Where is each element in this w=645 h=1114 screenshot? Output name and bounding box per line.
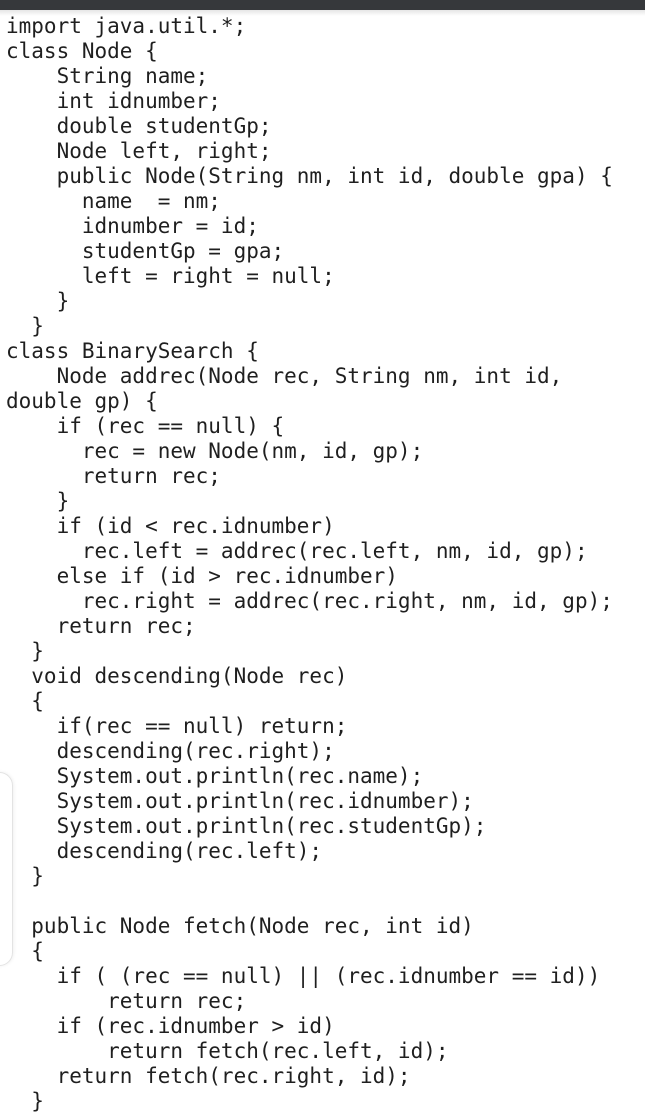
code-line: Node left, right;	[6, 139, 272, 163]
code-line: return fetch(rec.right, id);	[6, 1064, 411, 1088]
code-line: if (rec == null) {	[6, 414, 285, 438]
code-line: rec = new Node(nm, id, gp);	[6, 439, 424, 463]
code-block: import java.util.*; class Node { String n…	[6, 14, 613, 1114]
code-line: Node addrec(Node rec, String nm, int id,	[6, 364, 563, 388]
code-line: if (id < rec.idnumber)	[6, 514, 335, 538]
code-line: return rec;	[6, 989, 247, 1013]
code-line: System.out.println(rec.name);	[6, 764, 424, 788]
code-line: public Node(String nm, int id, double gp…	[6, 164, 613, 188]
code-line: double gp) {	[6, 389, 158, 413]
code-line: System.out.println(rec.studentGp);	[6, 814, 487, 838]
code-line: {	[6, 939, 44, 963]
code-line: String name;	[6, 64, 209, 88]
code-line: System.out.println(rec.idnumber);	[6, 789, 474, 813]
code-line: left = right = null;	[6, 264, 335, 288]
code-line: double studentGp;	[6, 114, 272, 138]
code-line: class Node {	[6, 39, 158, 63]
code-line: name = nm;	[6, 189, 221, 213]
code-line: }	[6, 489, 70, 513]
code-line: else if (id > rec.idnumber)	[6, 564, 398, 588]
code-line: rec.right = addrec(rec.right, nm, id, gp…	[6, 589, 613, 613]
code-line: return rec;	[6, 464, 221, 488]
code-line: {	[6, 689, 44, 713]
code-line: if (rec.idnumber > id)	[6, 1014, 335, 1038]
code-line: rec.left = addrec(rec.left, nm, id, gp);	[6, 539, 588, 563]
code-line: void descending(Node rec)	[6, 664, 348, 688]
code-line: descending(rec.right);	[6, 739, 335, 763]
code-line: return fetch(rec.left, id);	[6, 1039, 449, 1063]
code-line: class BinarySearch {	[6, 339, 259, 363]
code-line: return rec;	[6, 614, 196, 638]
code-line: if ( (rec == null) || (rec.idnumber == i…	[6, 964, 601, 988]
status-bar	[0, 0, 645, 10]
code-line: import java.util.*;	[6, 14, 247, 38]
edge-panel-handle[interactable]	[0, 772, 13, 966]
code-line: if(rec == null) return;	[6, 714, 348, 738]
code-line: }	[6, 314, 44, 338]
code-line: }	[6, 864, 44, 888]
code-line: studentGp = gpa;	[6, 239, 285, 263]
code-line: idnumber = id;	[6, 214, 259, 238]
code-line: }	[6, 289, 70, 313]
code-line: descending(rec.left);	[6, 839, 323, 863]
code-line: }	[6, 639, 44, 663]
code-line: int idnumber;	[6, 89, 221, 113]
code-line: public Node fetch(Node rec, int id)	[6, 914, 474, 938]
code-line: }	[6, 1089, 44, 1113]
